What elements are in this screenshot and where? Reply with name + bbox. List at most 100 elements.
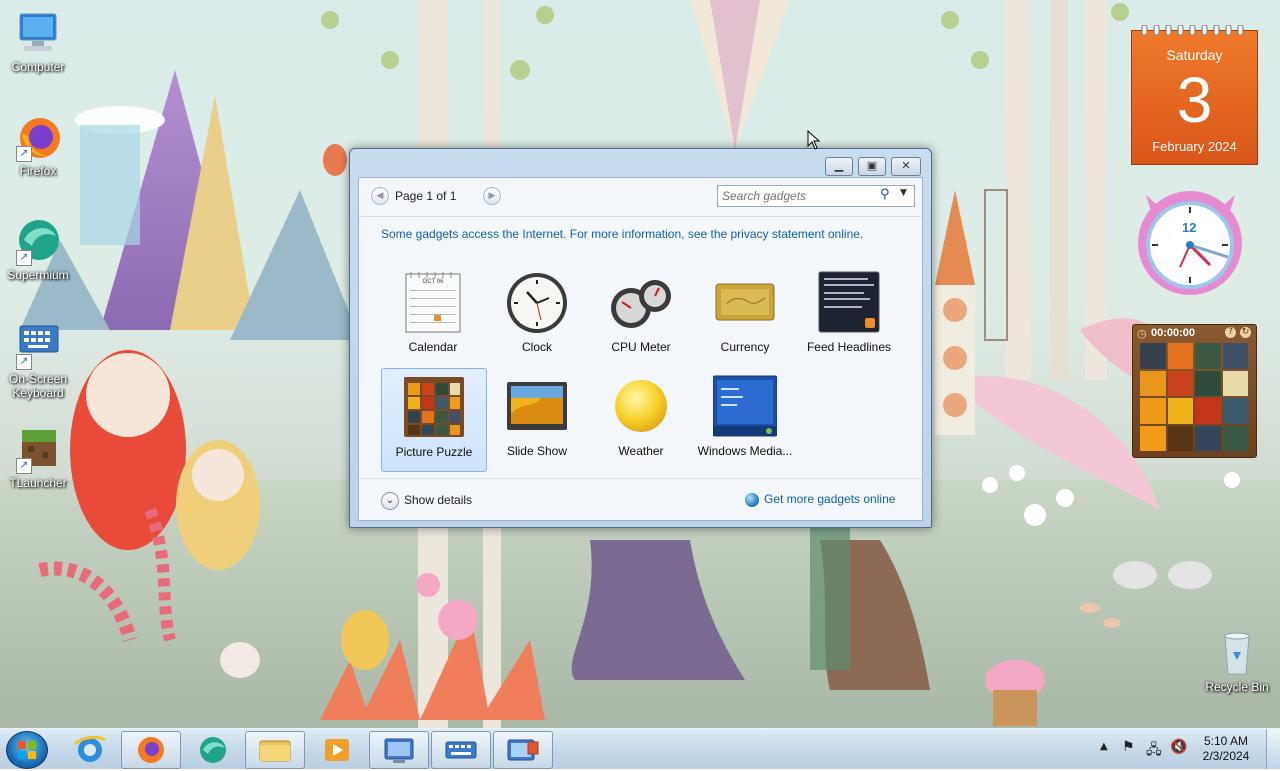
desktop-icon-label: Firefox [19, 164, 57, 178]
puzzle-tile[interactable] [1195, 370, 1221, 396]
puzzle-tile[interactable] [1222, 370, 1248, 396]
clock-twelve: 12 [1182, 220, 1197, 235]
taskbar-explorer[interactable] [245, 731, 305, 769]
gadget-clock[interactable]: Clock [485, 264, 589, 366]
gadget-weather[interactable]: Weather [589, 368, 693, 470]
gadget-label: Slide Show [506, 444, 568, 458]
action-center-flag-icon[interactable]: ⚑ [1122, 739, 1135, 755]
gadget-gallery-window[interactable]: ▁ ▣ ✕ ◀ Page 1 of 1 ▶ ⚲ ▼ Some gadgets a… [349, 148, 932, 528]
desktop-icon-label: TLauncher [9, 476, 67, 490]
gallery-toolbar: ◀ Page 1 of 1 ▶ ⚲ ▼ [359, 178, 922, 217]
puzzle-tile[interactable] [1167, 425, 1193, 451]
get-more-gadgets-link[interactable]: Get more gadgets online [745, 492, 895, 507]
supermium-icon: ↗ [14, 218, 62, 266]
weather-gadget-icon [609, 374, 673, 438]
minimize-button[interactable]: ▁ [825, 157, 853, 176]
taskbar-media-player[interactable] [307, 731, 367, 769]
next-page-button[interactable]: ▶ [483, 187, 501, 205]
puzzle-tile[interactable] [1140, 343, 1166, 369]
feed-headlines-gadget-icon [817, 270, 881, 334]
show-details-label: Show details [404, 493, 473, 508]
calendar-month-year: February 2024 [1152, 139, 1237, 154]
puzzle-grid[interactable] [1140, 343, 1248, 451]
globe-icon [745, 492, 759, 507]
chevron-down-icon[interactable]: ⌄ [381, 492, 399, 510]
volume-muted-icon[interactable]: 🔇 [1170, 739, 1187, 755]
mouse-cursor-icon [807, 130, 821, 150]
taskbar-desktop-gadgets[interactable] [493, 731, 553, 769]
gadget-picture-puzzle[interactable]: Picture Puzzle [381, 368, 487, 472]
desktop-icon-firefox[interactable]: ↗ Firefox [0, 114, 76, 178]
firefox-icon: ↗ [14, 114, 62, 162]
gadget-cpu-meter[interactable]: CPU Meter [589, 264, 693, 366]
taskbar-supermium[interactable] [183, 731, 243, 769]
clock-gadget-icon [505, 270, 569, 334]
puzzle-tile[interactable] [1140, 425, 1166, 451]
puzzle-tile[interactable] [1140, 398, 1166, 424]
taskbar-firefox[interactable] [121, 731, 181, 769]
gadget-slide-show[interactable]: Slide Show [485, 368, 589, 470]
windows-media-gadget-icon [712, 374, 778, 438]
gadget-windows-media[interactable]: Windows Media... [693, 368, 797, 470]
privacy-notice-link[interactable]: Some gadgets access the Internet. For mo… [381, 227, 863, 241]
gadget-label: Calendar [408, 340, 458, 354]
puzzle-tile[interactable] [1195, 343, 1221, 369]
search-input[interactable] [722, 188, 872, 203]
show-desktop-button[interactable] [1266, 729, 1280, 769]
cpu-meter-gadget-icon [609, 270, 673, 334]
desktop-icon-tlauncher[interactable]: ↗ TLauncher [0, 426, 76, 490]
show-details-toggle[interactable]: ⌄ Show details [381, 492, 472, 510]
puzzle-tile[interactable] [1222, 425, 1248, 451]
taskbar: ▲ ⚑ 🖧 🔇 5:10 AM 2/3/2024 [0, 728, 1280, 769]
calendar-day-number: 3 [1176, 64, 1213, 136]
tlauncher-icon: ↗ [14, 426, 62, 474]
desktop-icon-recycle-bin[interactable]: Recycle Bin [1199, 630, 1275, 694]
control-panel-icon [384, 738, 414, 763]
windows-logo-icon [18, 741, 36, 759]
desktop-icon-computer[interactable]: Computer [0, 10, 76, 74]
clock-date: 2/3/2024 [1202, 749, 1250, 763]
internet-explorer-icon [73, 735, 107, 762]
desktop-icon-on-screen-keyboard[interactable]: ↗ On-Screen Keyboard [0, 322, 76, 400]
desktop-icon-supermium[interactable]: ↗ Supermium [0, 218, 76, 282]
puzzle-tile[interactable] [1167, 370, 1193, 396]
puzzle-tile[interactable] [1140, 370, 1166, 396]
supermium-icon [200, 737, 226, 763]
desktop-icon-label: On-Screen Keyboard [8, 372, 68, 400]
puzzle-tile[interactable] [1167, 343, 1193, 369]
slide-show-gadget-icon [505, 374, 569, 438]
network-icon[interactable]: 🖧 [1146, 739, 1162, 763]
calendar-day-name: Saturday [1166, 47, 1223, 63]
search-icon[interactable]: ⚲ [880, 187, 890, 202]
notification-area: ▲ ⚑ 🖧 🔇 [1096, 729, 1196, 769]
system-clock[interactable]: 5:10 AM 2/3/2024 [1196, 734, 1256, 764]
gadget-currency[interactable]: Currency [693, 264, 797, 366]
maximize-button[interactable]: ▣ [858, 157, 886, 176]
close-button[interactable]: ✕ [891, 157, 921, 176]
puzzle-tile[interactable] [1222, 398, 1248, 424]
gadget-label: Feed Headlines [806, 340, 892, 354]
puzzle-tile[interactable] [1222, 343, 1248, 369]
taskbar-internet-explorer[interactable] [60, 731, 120, 769]
puzzle-reset-icon[interactable]: ↻ [1240, 327, 1251, 338]
calendar-gadget-icon: OCT 06 [401, 270, 465, 334]
calendar-gadget[interactable]: Saturday 3 February 2024 [1131, 25, 1258, 165]
search-dropdown-icon[interactable]: ▼ [900, 188, 907, 198]
puzzle-tile[interactable] [1195, 398, 1221, 424]
gadget-calendar[interactable]: OCT 06 Calendar [381, 264, 485, 366]
computer-icon [14, 10, 62, 58]
search-box[interactable]: ⚲ ▼ [717, 185, 915, 207]
puzzle-tile[interactable] [1195, 425, 1221, 451]
previous-page-button[interactable]: ◀ [371, 187, 389, 205]
gadget-feed-headlines[interactable]: Feed Headlines [797, 264, 901, 366]
desktop[interactable]: Computer ↗ Firefox ↗ Supermium ↗ On-Scre… [0, 0, 1280, 728]
puzzle-help-icon[interactable]: ? [1225, 327, 1236, 338]
gadget-label: Picture Puzzle [395, 445, 473, 459]
picture-puzzle-gadget[interactable]: ◷ 00:00:00 ? ↻ [1132, 324, 1257, 458]
taskbar-control-panel[interactable] [369, 731, 429, 769]
puzzle-tile[interactable] [1167, 398, 1193, 424]
taskbar-on-screen-keyboard[interactable] [431, 731, 491, 769]
start-button[interactable] [6, 731, 48, 769]
clock-gadget[interactable]: 12 [1128, 175, 1253, 300]
show-hidden-icons-button[interactable]: ▲ [1100, 741, 1108, 752]
